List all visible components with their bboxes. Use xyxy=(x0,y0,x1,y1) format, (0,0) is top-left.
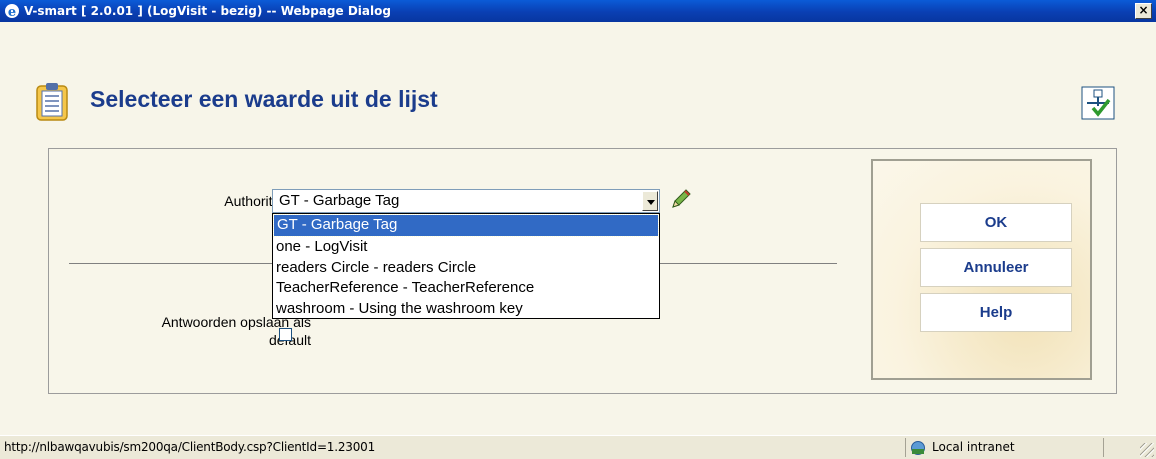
list-item[interactable]: one - LogVisit xyxy=(273,237,659,258)
ie-icon: e xyxy=(5,4,19,19)
workflow-icon[interactable] xyxy=(1081,86,1115,120)
ok-button[interactable]: OK xyxy=(920,203,1072,242)
close-button[interactable]: × xyxy=(1135,3,1152,19)
list-item[interactable]: washroom - Using the washroom key xyxy=(273,299,659,320)
dialog-page: Selecteer een waarde uit de lijst Author… xyxy=(0,22,1156,435)
chevron-down-icon[interactable] xyxy=(642,191,658,211)
default-label-line2: default xyxy=(89,331,311,349)
clipboard-icon xyxy=(36,83,68,121)
default-checkbox[interactable] xyxy=(279,328,292,341)
intranet-icon xyxy=(911,441,925,455)
status-separator xyxy=(1103,438,1104,457)
list-item[interactable]: readers Circle - readers Circle xyxy=(273,258,659,279)
list-item[interactable]: GT - Garbage Tag xyxy=(273,214,659,237)
authority-dropdown-list[interactable]: GT - Garbage Tag one - LogVisit readers … xyxy=(272,213,660,319)
authority-table-select[interactable]: GT - Garbage Tag xyxy=(272,189,660,213)
authority-table-value: GT - Garbage Tag xyxy=(279,192,400,209)
status-url: http://nlbawqavubis/sm200qa/ClientBody.c… xyxy=(4,440,376,454)
list-item[interactable]: TeacherReference - TeacherReference xyxy=(273,278,659,299)
button-box: OK Annuleer Help xyxy=(871,159,1092,380)
pencil-icon[interactable] xyxy=(669,187,693,211)
status-bar: http://nlbawqavubis/sm200qa/ClientBody.c… xyxy=(0,435,1156,459)
cancel-button[interactable]: Annuleer xyxy=(920,248,1072,287)
page-title: Selecteer een waarde uit de lijst xyxy=(90,86,438,112)
window-title: V-smart [ 2.0.01 ] (LogVisit - bezig) --… xyxy=(24,4,391,18)
status-separator xyxy=(905,438,906,457)
window-titlebar: e V-smart [ 2.0.01 ] (LogVisit - bezig) … xyxy=(0,0,1156,22)
zone-label: Local intranet xyxy=(932,440,1015,454)
svg-text:e: e xyxy=(8,5,16,19)
close-icon: × xyxy=(1138,3,1149,17)
help-button[interactable]: Help xyxy=(920,293,1072,332)
resize-grip-icon[interactable] xyxy=(1140,443,1154,457)
form-panel: AuthorityTable GT - Garbage Tag GT - Gar… xyxy=(48,148,1117,394)
